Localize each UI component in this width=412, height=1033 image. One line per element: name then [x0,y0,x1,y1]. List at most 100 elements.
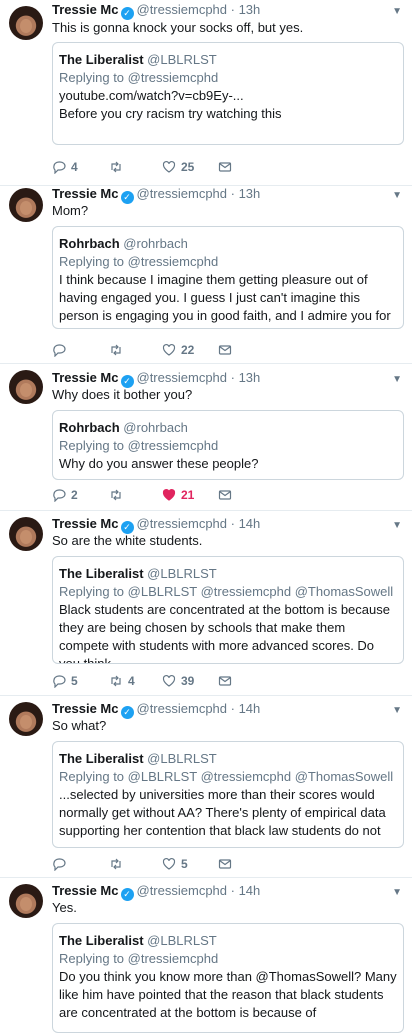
verified-badge-icon: ✓ [120,706,134,719]
retweet-button[interactable] [109,488,128,502]
author-handle[interactable]: @tressiemcphd [137,701,228,716]
quoted-author-name: The Liberalist [59,933,144,948]
like-button[interactable]: 25 [162,160,194,174]
reply-count: 4 [71,160,78,174]
reply-button[interactable]: 5 [52,674,78,688]
timestamp[interactable]: 14h [239,701,261,716]
quoted-tweet[interactable]: The Liberalist @LBLRLST Replying to @LBL… [52,741,404,848]
tweet[interactable]: Tressie Mc ✓ @tressiemcphd · 13h ▼ Mom? Ro… [0,186,412,364]
quoted-author-handle: @LBLRLST [147,751,217,766]
replying-to-mention[interactable]: @tressiemcphd [128,951,219,966]
author-handle[interactable]: @tressiemcphd [137,2,228,17]
direct-message-button[interactable] [218,674,232,688]
reply-button[interactable]: 2 [52,488,78,502]
chevron-down-icon[interactable]: ▼ [392,190,402,201]
replying-to-mention[interactable]: @LBLRLST @tressiemcphd @ThomasSowell [128,769,394,784]
like-button[interactable]: 5 [162,857,188,871]
replying-to-mention[interactable]: @tressiemcphd [128,70,219,85]
chevron-down-icon[interactable]: ▼ [392,374,402,385]
like-count: 21 [181,488,195,502]
timestamp[interactable]: 14h [239,883,261,898]
quoted-author-handle: @LBLRLST [147,933,217,948]
retweet-icon [111,161,121,173]
chevron-down-icon[interactable]: ▼ [392,887,402,898]
avatar[interactable] [9,370,43,404]
author-handle[interactable]: @tressiemcphd [137,883,228,898]
quoted-text: youtube.com/watch?v=cb9Ey-... Before you… [59,88,282,144]
tweet-header: Tressie Mc ✓ @tressiemcphd · 14h [52,883,261,901]
reply-icon [53,161,66,174]
timestamp[interactable]: 14h [239,516,261,531]
like-button[interactable]: 22 [162,343,194,357]
author-handle[interactable]: @tressiemcphd [137,370,228,385]
quoted-text: Black students are concentrated at the b… [59,602,390,664]
avatar[interactable] [9,884,43,918]
author-name[interactable]: Tressie Mc [52,2,119,17]
tweet-header: Tressie Mc ✓ @tressiemcphd · 13h [52,2,261,20]
avatar[interactable] [9,6,43,40]
quoted-tweet[interactable]: The Liberalist @LBLRLST Replying to @tre… [52,42,404,145]
author-handle[interactable]: @tressiemcphd [137,186,228,201]
heart-icon [162,488,176,501]
retweet-icon [111,489,121,501]
quoted-author-name: The Liberalist [59,566,144,581]
like-button[interactable]: 39 [162,674,194,688]
tweet-text: Mom? [52,203,89,218]
author-name[interactable]: Tressie Mc [52,370,119,385]
like-count: 5 [181,857,188,871]
reply-button[interactable] [52,343,71,357]
tweet[interactable]: Tressie Mc ✓ @tressiemcphd · 13h ▼ Why doe… [0,364,412,511]
replying-label: Replying to [59,254,125,269]
reply-icon [53,858,66,871]
timestamp[interactable]: 13h [239,370,261,385]
retweet-button[interactable] [109,343,128,357]
tweet[interactable]: Tressie Mc ✓ @tressiemcphd · 14h ▼ So are … [0,511,412,696]
tweet[interactable]: Tressie Mc ✓ @tressiemcphd · 14h ▼ So what… [0,696,412,878]
tweet-header: Tressie Mc ✓ @tressiemcphd · 13h [52,186,261,204]
reply-button[interactable] [52,857,71,871]
like-count: 22 [181,343,195,357]
quoted-text: Why do you answer these people? [59,456,259,471]
chevron-down-icon[interactable]: ▼ [392,705,402,716]
direct-message-button[interactable] [218,160,232,174]
tweet[interactable]: Tressie Mc ✓ @tressiemcphd · 14h ▼ Yes. Th… [0,878,412,1033]
author-name[interactable]: Tressie Mc [52,701,119,716]
retweet-button[interactable]: 4 [109,674,135,688]
quoted-author-handle: @rohrbach [123,420,188,435]
author-name[interactable]: Tressie Mc [52,186,119,201]
direct-message-button[interactable] [218,857,232,871]
quoted-text: ...selected by universities more than th… [59,787,386,838]
direct-message-button[interactable] [218,488,232,502]
like-button-liked[interactable]: 21 [162,488,194,502]
direct-message-button[interactable] [218,343,232,357]
reply-button[interactable]: 4 [52,160,78,174]
reply-count: 2 [71,488,78,502]
verified-badge-icon: ✓ [120,191,134,204]
avatar[interactable] [9,517,43,551]
author-name[interactable]: Tressie Mc [52,516,119,531]
replying-to-mention[interactable]: @tressiemcphd [128,438,219,453]
retweet-button[interactable] [109,160,128,174]
like-count: 25 [181,160,195,174]
quoted-tweet[interactable]: Rohrbach @rohrbach Replying to @tressiem… [52,410,404,480]
quoted-tweet[interactable]: Rohrbach @rohrbach Replying to @tressiem… [52,226,404,329]
avatar[interactable] [9,188,43,222]
tweet-text: Why does it bother you? [52,387,193,402]
avatar[interactable] [9,702,43,736]
quoted-author-name: Rohrbach [59,236,120,251]
timestamp[interactable]: 13h [239,186,261,201]
chevron-down-icon[interactable]: ▼ [392,6,402,17]
quoted-tweet[interactable]: The Liberalist @LBLRLST Replying to @LBL… [52,556,404,664]
heart-icon [162,343,176,356]
chevron-down-icon[interactable]: ▼ [392,520,402,531]
author-name[interactable]: Tressie Mc [52,883,119,898]
tweet[interactable]: Tressie Mc ✓ @tressiemcphd · 13h ▼ This is… [0,0,412,186]
replying-to-mention[interactable]: @LBLRLST @tressiemcphd @ThomasSowell [128,584,394,599]
reply-icon [53,489,66,502]
author-handle[interactable]: @tressiemcphd [137,516,228,531]
retweet-button[interactable] [109,857,128,871]
quoted-author-handle: @rohrbach [123,236,188,251]
replying-to-mention[interactable]: @tressiemcphd [128,254,219,269]
quoted-tweet[interactable]: The Liberalist @LBLRLST Replying to @tre… [52,923,404,1033]
timestamp[interactable]: 13h [239,2,261,17]
